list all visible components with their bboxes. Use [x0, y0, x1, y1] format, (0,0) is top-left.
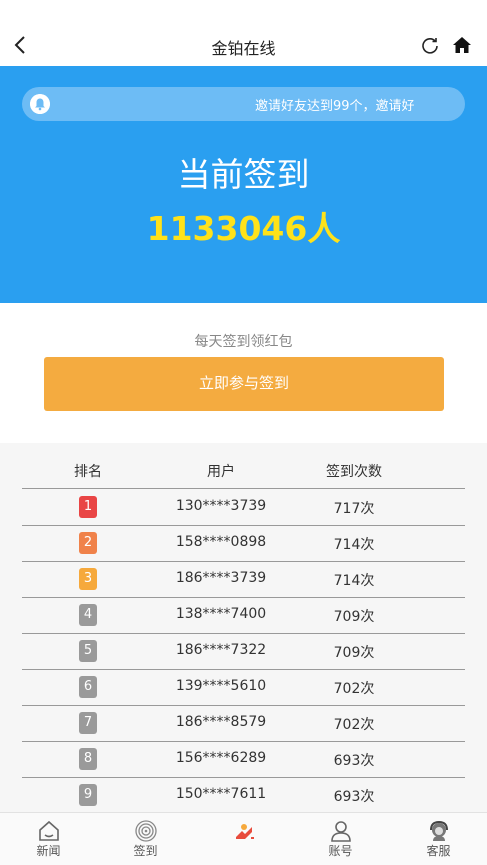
user-phone: 186****7322 [175, 642, 267, 658]
table-row: 4 138****7400 709次 [22, 598, 465, 634]
page: 金铂在线 邀请好友达到99个，邀请好 当前签到 1133046人 每天签到领红包… [0, 0, 487, 865]
checkin-times: 702次 [333, 681, 375, 697]
checkin-times: 709次 [333, 609, 375, 625]
signin-section: 每天签到领红包 立即参与签到 [0, 303, 487, 443]
user-phone: 138****7400 [175, 606, 267, 622]
tab-label: 客服 [426, 844, 451, 858]
table-row: 1 130****3739 717次 [22, 490, 465, 526]
checkin-times: 702次 [333, 717, 375, 733]
refresh-icon[interactable] [420, 35, 440, 55]
signin-hand-icon [236, 824, 254, 839]
customer-service-icon [430, 820, 448, 841]
fingerprint-icon [135, 820, 157, 842]
news-icon [39, 820, 59, 841]
tab-customer-service[interactable]: 客服 [390, 813, 487, 865]
checkin-times: 717次 [333, 501, 375, 517]
checkin-count: 1133046人 [146, 209, 341, 248]
bell-icon [30, 94, 50, 114]
table-row: 3 186****3739 714次 [22, 562, 465, 598]
rank-badge: 1 [79, 496, 97, 518]
user-phone: 186****3739 [175, 570, 267, 586]
rank-badge: 9 [79, 784, 97, 806]
checkin-label: 当前签到 [177, 155, 310, 194]
column-header-rank: 排名 [74, 464, 102, 480]
tab-label: 签到 [133, 844, 158, 858]
user-phone: 186****8579 [175, 714, 267, 730]
tab-label: 新闻 [36, 844, 61, 858]
home-icon[interactable] [452, 35, 472, 55]
rank-badge: 4 [79, 604, 97, 626]
checkin-times: 693次 [333, 789, 375, 805]
tab-label: 账号 [328, 844, 353, 858]
user-phone: 130****3739 [175, 498, 267, 514]
column-header-times: 签到次数 [326, 464, 382, 480]
bottom-tab-bar: 新闻 签到 账号 客服 [0, 812, 487, 865]
ranking-header: 排名 用户 签到次数 [22, 457, 465, 489]
column-header-user: 用户 [207, 464, 235, 480]
join-signin-button[interactable]: 立即参与签到 [44, 357, 444, 411]
table-row: 5 186****7322 709次 [22, 634, 465, 670]
notice-text: 邀请好友达到99个，邀请好 [255, 99, 415, 114]
tab-account[interactable]: 账号 [292, 813, 389, 865]
table-row: 2 158****0898 714次 [22, 526, 465, 562]
user-icon [331, 821, 351, 842]
table-row: 9 150****7611 693次 [22, 778, 465, 814]
user-phone: 139****5610 [175, 678, 267, 694]
ranking-table: 排名 用户 签到次数 1 130****3739 717次 2 158****0… [0, 443, 487, 814]
signin-tip: 每天签到领红包 [194, 334, 293, 350]
table-row: 8 156****6289 693次 [22, 742, 465, 778]
rank-badge: 7 [79, 712, 97, 734]
tab-checkin[interactable]: 签到 [97, 813, 194, 865]
table-row: 7 186****8579 702次 [22, 706, 465, 742]
checkin-times: 709次 [333, 645, 375, 661]
rank-badge: 5 [79, 640, 97, 662]
tab-news[interactable]: 新闻 [0, 813, 97, 865]
checkin-times: 693次 [333, 753, 375, 769]
user-phone: 156****6289 [175, 750, 267, 766]
top-bar: 金铂在线 [0, 0, 487, 66]
page-title: 金铂在线 [211, 39, 276, 58]
rank-badge: 3 [79, 568, 97, 590]
checkin-times: 714次 [333, 537, 375, 553]
notice-bar[interactable]: 邀请好友达到99个，邀请好 [22, 87, 465, 121]
rank-badge: 6 [79, 676, 97, 698]
checkin-times: 714次 [333, 573, 375, 589]
table-row: 6 139****5610 702次 [22, 670, 465, 706]
checkin-banner: 邀请好友达到99个，邀请好 当前签到 1133046人 [0, 66, 487, 303]
user-phone: 158****0898 [175, 534, 267, 550]
user-phone: 150****7611 [175, 786, 267, 802]
rank-badge: 8 [79, 748, 97, 770]
rank-badge: 2 [79, 532, 97, 554]
tab-signin[interactable] [195, 813, 292, 865]
